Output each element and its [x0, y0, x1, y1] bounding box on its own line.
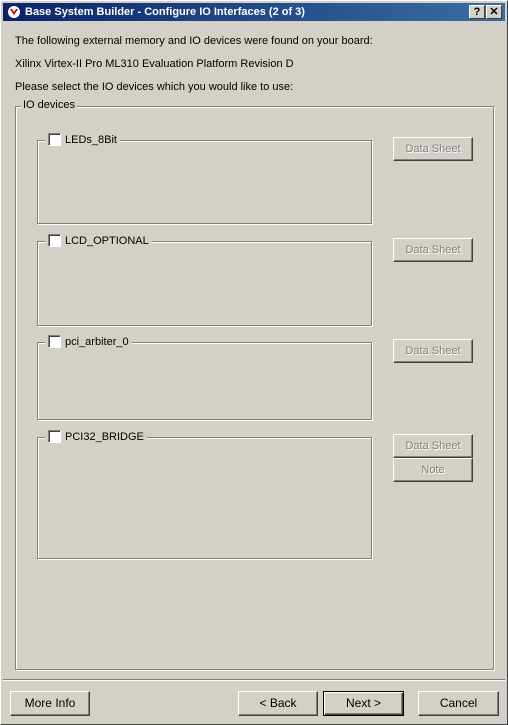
- dialog-window: Base System Builder - Configure IO Inter…: [0, 0, 508, 725]
- back-button[interactable]: < Back: [238, 691, 318, 716]
- title-bar[interactable]: Base System Builder - Configure IO Inter…: [3, 3, 505, 21]
- io-devices-group-label: IO devices: [21, 99, 77, 111]
- device-box-lcd: [37, 241, 372, 326]
- checkbox-lcd[interactable]: [48, 234, 61, 247]
- device-label-pci-arbiter[interactable]: pci_arbiter_0: [45, 335, 132, 348]
- select-prompt: Please select the IO devices which you w…: [15, 81, 294, 93]
- device-name: LEDs_8Bit: [65, 133, 117, 146]
- close-icon: ✕: [489, 6, 499, 18]
- device-label-lcd[interactable]: LCD_OPTIONAL: [45, 234, 152, 247]
- datasheet-button-pci-arbiter[interactable]: Data Sheet: [393, 339, 473, 363]
- device-box-pci-arbiter: [37, 342, 372, 420]
- next-button[interactable]: Next >: [323, 691, 404, 716]
- datasheet-button-pci32-bridge[interactable]: Data Sheet: [393, 434, 473, 458]
- cancel-button[interactable]: Cancel: [418, 691, 499, 716]
- intro-text: The following external memory and IO dev…: [15, 35, 373, 47]
- checkbox-pci-arbiter[interactable]: [48, 335, 61, 348]
- datasheet-button-lcd[interactable]: Data Sheet: [393, 238, 473, 262]
- datasheet-button-leds[interactable]: Data Sheet: [393, 137, 473, 161]
- checkbox-pci32-bridge[interactable]: [48, 430, 61, 443]
- device-box-pci32-bridge: [37, 437, 372, 559]
- device-box-leds: [37, 140, 372, 224]
- device-label-pci32-bridge[interactable]: PCI32_BRIDGE: [45, 430, 147, 443]
- more-info-button[interactable]: More Info: [10, 691, 90, 716]
- window-title: Base System Builder - Configure IO Inter…: [25, 6, 305, 18]
- device-name: LCD_OPTIONAL: [65, 234, 149, 247]
- board-name: Xilinx Virtex-II Pro ML310 Evaluation Pl…: [15, 58, 294, 70]
- note-button-pci32-bridge[interactable]: Note: [393, 458, 473, 482]
- device-name: PCI32_BRIDGE: [65, 430, 144, 443]
- device-name: pci_arbiter_0: [65, 335, 129, 348]
- checkbox-leds[interactable]: [48, 133, 61, 146]
- close-button[interactable]: ✕: [486, 5, 502, 19]
- device-label-leds[interactable]: LEDs_8Bit: [45, 133, 120, 146]
- help-button[interactable]: ?: [469, 5, 485, 19]
- xilinx-app-icon: [8, 6, 20, 18]
- footer-separator: [3, 679, 505, 681]
